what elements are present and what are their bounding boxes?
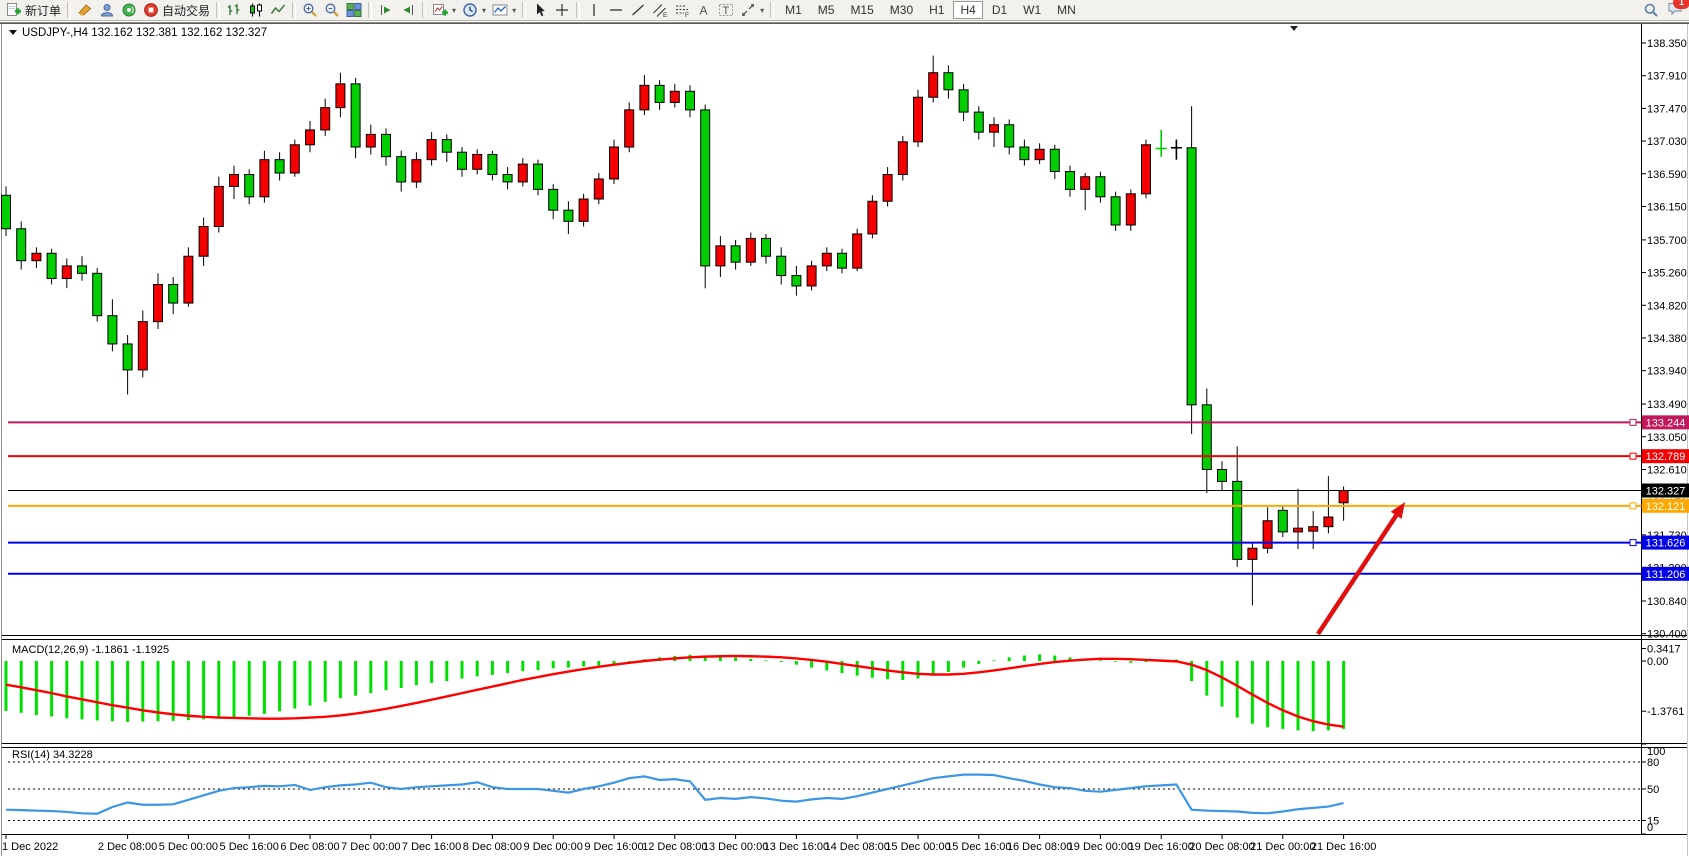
time-tick-label: 15 Dec 16:00	[946, 841, 1011, 853]
symbol-dropdown-icon[interactable]	[9, 30, 17, 35]
time-tick-label: 5 Dec 16:00	[220, 841, 279, 853]
chart-title-row: USDJPY-,H4 132.162 132.381 132.162 132.3…	[9, 27, 267, 39]
terminal-window: { "toolbar": { "new_order_label": "新订单",…	[0, 0, 1689, 858]
time-tick-label: 5 Dec 00:00	[159, 841, 218, 853]
time-tick-label: 14 Dec 08:00	[824, 841, 889, 853]
time-tick-label: 21 Dec 16:00	[1311, 841, 1376, 853]
hline-handle[interactable]	[1630, 453, 1636, 459]
time-tick-label: 7 Dec 00:00	[341, 841, 400, 853]
time-tick-label: 16 Dec 08:00	[1007, 841, 1072, 853]
macd-tick-label: 0.00	[1647, 656, 1668, 668]
price-tick-label: 135.260	[1647, 268, 1687, 280]
price-tick-label: 133.490	[1647, 399, 1687, 411]
price-tick-label: 135.700	[1647, 235, 1687, 247]
hline-handle[interactable]	[1630, 503, 1636, 509]
time-tick-label: 2 Dec 08:00	[98, 841, 157, 853]
macd-tick-label: -1.3761	[1647, 706, 1684, 718]
chart-title: USDJPY-,H4 132.162 132.381 132.162 132.3…	[22, 27, 267, 39]
time-tick-label: 21 Dec 00:00	[1250, 841, 1315, 853]
time-tick-label: 13 Dec 16:00	[764, 841, 829, 853]
rsi-label: RSI(14) 34.3228	[12, 749, 93, 761]
price-tick-label: 132.610	[1647, 464, 1687, 476]
macd-tick-label: 0.3417	[1647, 644, 1681, 656]
price-badge-label: 132.121	[1646, 501, 1686, 513]
price-tick-label: 134.380	[1647, 333, 1687, 345]
price-tick-label: 133.940	[1647, 366, 1687, 378]
hline-handle[interactable]	[1630, 419, 1636, 425]
time-tick-label: 13 Dec 00:00	[703, 841, 768, 853]
rsi-line	[6, 775, 1344, 814]
rsi-tick-label: 80	[1647, 757, 1659, 769]
time-tick-label: 1 Dec 2022	[2, 841, 58, 853]
price-tick-label: 138.350	[1647, 38, 1687, 50]
macd-panel: MACD(12,26,9) -1.1861 -1.1925 0.34170.00 -…	[6, 644, 1684, 732]
time-tick-label: 9 Dec 16:00	[584, 841, 643, 853]
time-tick-label: 12 Dec 08:00	[642, 841, 707, 853]
price-tick-label: 134.820	[1647, 300, 1687, 312]
rsi-panel: RSI(14) 34.32281008050150	[6, 744, 1665, 834]
price-badge-label: 132.789	[1646, 451, 1686, 463]
rsi-tick-label: 50	[1647, 784, 1659, 796]
macd-signal-line	[6, 656, 1344, 727]
chart-canvas[interactable]: 138.350 137.910 137.470 137.030 136.590 136.1…	[0, 0, 1689, 858]
price-tick-label: 133.050	[1647, 432, 1687, 444]
time-axis: 1 Dec 2022 2 Dec 08:005 Dec 00:005 Dec 16…	[2, 835, 1376, 854]
time-tick-label: 19 Dec 00:00	[1068, 841, 1133, 853]
time-tick-label: 20 Dec 08:00	[1189, 841, 1254, 853]
horizontal-line-objects[interactable]: 133.244 132.789 132.327 132.121 131.626 131.2…	[8, 415, 1689, 580]
price-badge-label: 131.206	[1646, 569, 1686, 581]
time-tick-label: 6 Dec 08:00	[280, 841, 339, 853]
price-tick-label: 137.910	[1647, 71, 1687, 83]
time-tick-label: 15 Dec 00:00	[885, 841, 950, 853]
time-tick-label: 8 Dec 08:00	[463, 841, 522, 853]
price-tick-label: 130.840	[1647, 596, 1687, 608]
macd-label: MACD(12,26,9) -1.1861 -1.1925	[12, 644, 169, 656]
price-tick-label: 130.400	[1647, 629, 1687, 641]
price-tick-label: 136.150	[1647, 201, 1687, 213]
chart-shift-marker[interactable]	[1290, 26, 1298, 31]
price-tick-label: 137.470	[1647, 103, 1687, 115]
time-tick-label: 7 Dec 16:00	[402, 841, 461, 853]
price-tick-label: 136.590	[1647, 169, 1687, 181]
time-tick-label: 19 Dec 16:00	[1128, 841, 1193, 853]
price-axis: 138.350 137.910 137.470 137.030 136.590 136.1…	[1642, 38, 1687, 641]
time-tick-label: 9 Dec 00:00	[524, 841, 583, 853]
candlesticks	[2, 56, 1349, 606]
panel-frames	[2, 24, 1687, 835]
price-badge-label: 132.327	[1646, 486, 1686, 498]
price-tick-label: 137.030	[1647, 136, 1687, 148]
price-badge-label: 133.244	[1646, 417, 1686, 429]
rsi-tick-label: 0	[1647, 822, 1653, 834]
hline-handle[interactable]	[1630, 540, 1636, 546]
price-badge-label: 131.626	[1646, 538, 1686, 550]
